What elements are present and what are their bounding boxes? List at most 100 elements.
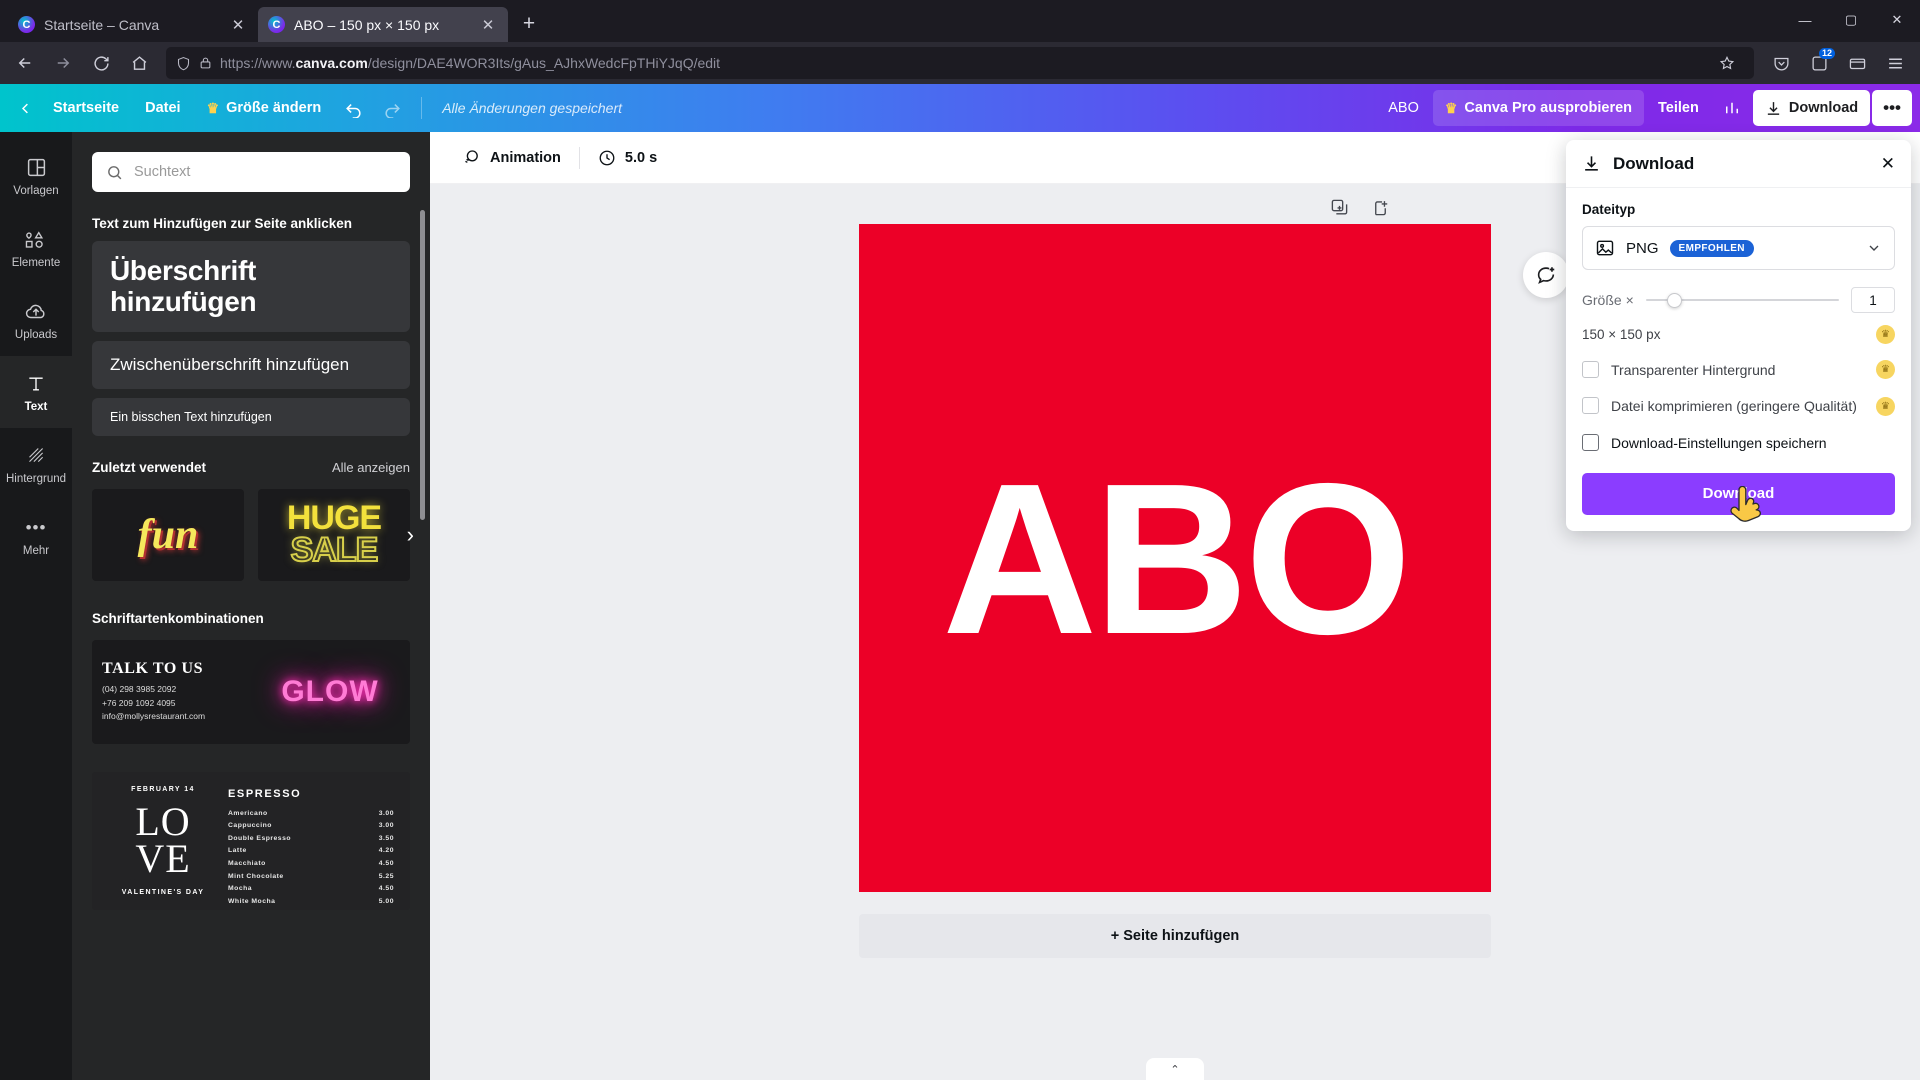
duration-button[interactable]: 5.0 s <box>586 140 669 176</box>
huge-sale-line2: SALE <box>290 530 380 569</box>
close-window-button[interactable]: ✕ <box>1874 0 1920 40</box>
clock-icon <box>598 149 616 167</box>
try-canva-pro-button[interactable]: ♛ Canva Pro ausprobieren <box>1432 90 1645 126</box>
slider-knob[interactable] <box>1667 292 1682 308</box>
browser-tab-1[interactable]: C Startseite – Canva ✕ <box>8 7 258 42</box>
download-panel-title: Download <box>1613 153 1695 173</box>
add-page-button[interactable]: + Seite hinzufügen <box>859 914 1491 958</box>
extensions-icon[interactable]: 12 <box>1802 46 1836 80</box>
sidebar-label: Text <box>24 400 48 413</box>
document-title[interactable]: ABO <box>1376 90 1431 126</box>
download-button[interactable]: Download <box>1752 90 1871 126</box>
option-transparent-background[interactable]: Transparenter Hintergrund ♛ <box>1582 360 1895 380</box>
filetype-value: PNG <box>1626 239 1659 257</box>
checkbox[interactable] <box>1582 361 1599 378</box>
add-subheading-option[interactable]: Zwischenüberschrift hinzufügen <box>92 340 410 389</box>
search-input[interactable] <box>134 164 396 180</box>
home-button[interactable]: Startseite <box>41 90 131 126</box>
glow-text: GLOW <box>281 674 379 708</box>
recent-section-header: Zuletzt verwendet Alle anzeigen <box>92 460 410 475</box>
pro-crown-icon: ♛ <box>1876 396 1895 416</box>
font-combo-item-2[interactable]: FEBRUARY 14 LO VE VALENTINE'S DAY ESPRES… <box>92 771 410 910</box>
option-label: Transparenter Hintergrund <box>1611 362 1776 378</box>
option-label: Download-Einstellungen speichern <box>1611 434 1827 451</box>
font-combo-item-1[interactable]: TALK TO US (04) 298 3985 2092 +76 209 10… <box>92 639 410 744</box>
sidebar-item-elemente[interactable]: Elemente <box>0 212 72 284</box>
browser-tab-2[interactable]: C ABO – 150 px × 150 px ✕ <box>258 7 508 42</box>
undo-button[interactable] <box>335 90 372 126</box>
minimize-button[interactable]: — <box>1782 0 1828 40</box>
url-text: https://www.canva.com/design/DAE4WOR3Its… <box>220 55 721 71</box>
lock-icon[interactable] <box>199 56 212 70</box>
menu-line: Double Espresso 3.50 <box>228 834 394 842</box>
pocket-icon[interactable] <box>1764 46 1798 80</box>
love-footer: VALENTINE'S DAY <box>121 888 205 896</box>
recent-item-huge-sale[interactable]: HUGE SALE <box>258 488 410 581</box>
image-icon <box>1595 238 1615 258</box>
back-icon[interactable] <box>8 46 42 80</box>
sidebar-item-uploads[interactable]: Uploads <box>0 284 72 356</box>
size-value-input[interactable]: 1 <box>1851 287 1895 313</box>
add-body-text-option[interactable]: Ein bisschen Text hinzufügen <box>92 397 410 436</box>
canvas-text[interactable]: ABO <box>942 451 1412 666</box>
checkbox[interactable] <box>1582 397 1599 415</box>
browser-menu-icon[interactable] <box>1878 46 1912 80</box>
option-compress-file[interactable]: Datei komprimieren (geringere Qualität) … <box>1582 396 1895 416</box>
insights-icon[interactable] <box>1713 90 1751 126</box>
file-menu-button[interactable]: Datei <box>133 90 192 126</box>
forward-icon[interactable] <box>46 46 80 80</box>
toolbar-divider <box>578 146 580 169</box>
design-canvas[interactable]: ABO <box>859 224 1569 892</box>
recommended-badge: EMPFOHLEN <box>1669 239 1754 257</box>
add-comment-button[interactable] <box>1523 252 1569 298</box>
sidebar-item-text[interactable]: Text <box>0 356 72 428</box>
talk-line: +76 209 1092 4095 <box>102 697 176 708</box>
add-page-icon[interactable] <box>1371 198 1390 222</box>
shield-icon[interactable] <box>176 56 191 71</box>
size-row: Größe × 1 <box>1582 287 1895 313</box>
extension-badge-count: 12 <box>1818 48 1835 59</box>
url-bar[interactable]: https://www.canva.com/design/DAE4WOR3Its… <box>166 47 1754 79</box>
font-combos-heading: Schriftartenkombinationen <box>92 610 264 626</box>
more-options-button[interactable]: ••• <box>1872 90 1912 126</box>
sidebar-item-mehr[interactable]: ••• Mehr <box>0 500 72 572</box>
back-to-home-button[interactable] <box>12 90 39 126</box>
resize-button[interactable]: ♛ Größe ändern <box>195 90 334 126</box>
download-panel-body: Dateityp PNG EMPFOHLEN Größe × 1 150 × 1… <box>1566 188 1911 531</box>
option-save-settings[interactable]: Download-Einstellungen speichern <box>1582 433 1895 453</box>
filetype-select[interactable]: PNG EMPFOHLEN <box>1582 226 1895 270</box>
see-all-link[interactable]: Alle anzeigen <box>332 460 410 475</box>
crown-icon: ♛ <box>1444 99 1458 116</box>
account-icon[interactable] <box>1840 46 1874 80</box>
reload-icon[interactable] <box>84 46 118 80</box>
new-tab-button[interactable]: + <box>512 7 546 41</box>
canva-top-bar: Startseite Datei ♛ Größe ändern Alle Änd… <box>0 84 1920 132</box>
close-icon[interactable]: ✕ <box>1881 154 1895 174</box>
home-icon[interactable] <box>122 46 156 80</box>
sidebar-item-vorlagen[interactable]: Vorlagen <box>0 140 72 212</box>
add-heading-option[interactable]: Überschrift hinzufügen <box>92 241 410 332</box>
tab-close-icon[interactable]: ✕ <box>478 15 498 35</box>
glow-block: GLOW <box>260 675 400 709</box>
download-icon <box>1582 154 1601 173</box>
expand-timeline-button[interactable]: ⌃ <box>1146 1058 1204 1080</box>
sidebar-item-hintergrund[interactable]: Hintergrund <box>0 428 72 500</box>
download-confirm-button[interactable]: Download <box>1582 472 1895 515</box>
sidebar-label: Elemente <box>11 256 61 269</box>
templates-icon <box>26 156 47 180</box>
share-button[interactable]: Teilen <box>1646 90 1711 126</box>
checkbox[interactable] <box>1582 433 1599 451</box>
panel-scrollbar[interactable] <box>420 210 425 520</box>
recent-item-fun[interactable]: fun <box>92 488 244 581</box>
tab-close-icon[interactable]: ✕ <box>228 15 248 35</box>
bookmark-star-icon[interactable] <box>1710 46 1744 80</box>
chevron-down-icon[interactable] <box>1866 240 1882 256</box>
maximize-button[interactable]: ▢ <box>1828 0 1874 40</box>
redo-button[interactable] <box>374 90 411 126</box>
duplicate-page-icon[interactable] <box>1330 198 1349 222</box>
page-tools <box>1330 198 1390 222</box>
carousel-next-icon[interactable]: › <box>407 522 414 548</box>
search-box[interactable] <box>92 152 410 192</box>
size-slider[interactable] <box>1645 292 1839 308</box>
animation-button[interactable]: Animation <box>450 140 573 176</box>
